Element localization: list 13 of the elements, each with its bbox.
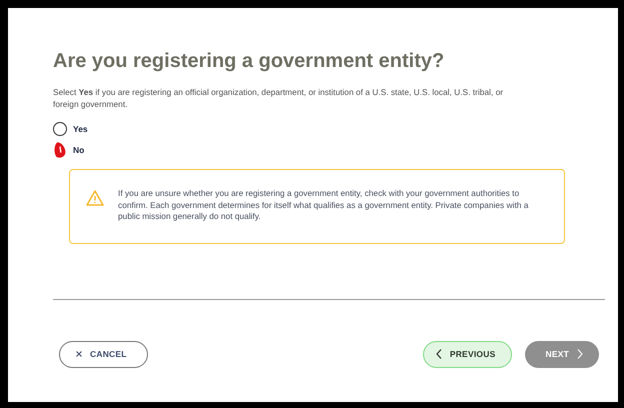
warning-icon	[86, 190, 104, 206]
previous-button[interactable]: PREVIOUS	[422, 340, 512, 368]
chevron-right-icon	[577, 349, 583, 359]
alert-text: If you are unsure whether you are registering a government entity, check with your government authorities to confirm. Each government determines for itself what qualifies as a government entity. Private companies with a public mission generally do not qualify.	[118, 188, 530, 222]
chevron-left-icon	[436, 349, 442, 359]
scribbled-radio-button[interactable]	[53, 140, 67, 160]
radio-button[interactable]	[53, 122, 67, 136]
cancel-button[interactable]: CANCEL	[59, 340, 148, 368]
page-title: Are you registering a government entity?	[53, 49, 446, 74]
option-label: Yes	[73, 122, 88, 136]
option-label: No	[73, 144, 84, 156]
close-icon	[76, 351, 82, 357]
description-text: Select Yes if you are registering an official organization, department, or institution of a U.S. state, U.S. local, U.S. tribal, or foreign government.	[53, 86, 504, 110]
